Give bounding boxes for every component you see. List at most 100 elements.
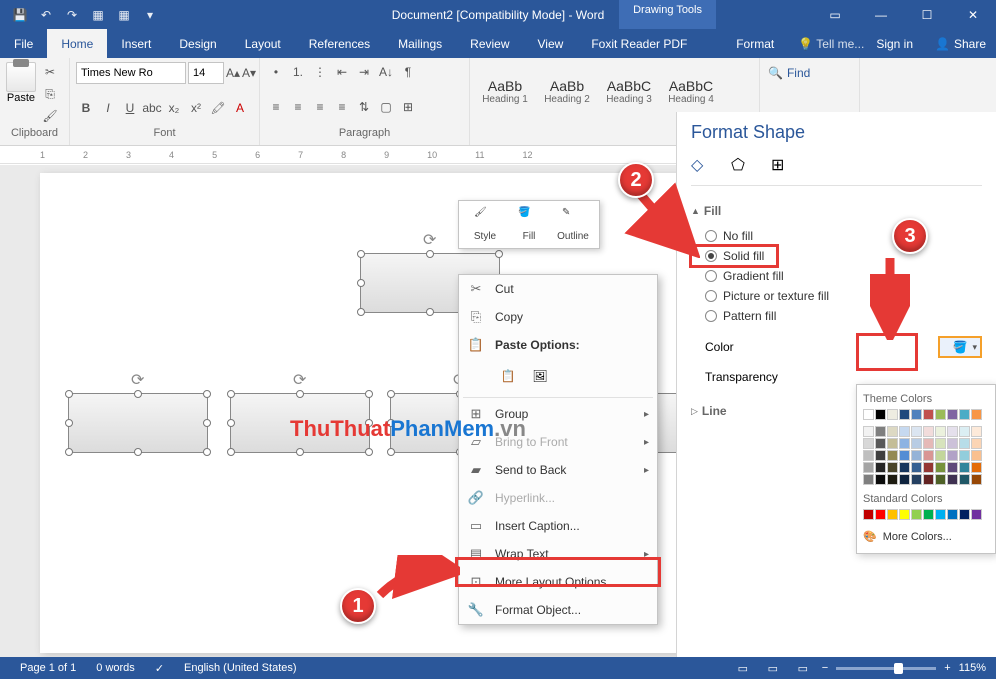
italic-button[interactable]: I (98, 98, 118, 118)
tab-references[interactable]: References (295, 29, 384, 58)
numbering-icon[interactable]: 1. (288, 62, 308, 82)
color-swatch[interactable] (947, 474, 958, 485)
zoom-out-icon[interactable]: − (822, 662, 828, 674)
resize-handle[interactable] (357, 308, 365, 316)
color-swatch[interactable] (947, 462, 958, 473)
sort-icon[interactable]: A↓ (376, 62, 396, 82)
resize-handle[interactable] (227, 448, 235, 456)
ctx-format-object[interactable]: 🔧Format Object... (459, 596, 657, 624)
ctx-group[interactable]: ⊞Group▸ (459, 400, 657, 428)
proofing-icon[interactable]: ✓ (145, 662, 174, 675)
color-swatch[interactable] (875, 450, 886, 461)
color-swatch[interactable] (935, 462, 946, 473)
color-swatch[interactable] (947, 438, 958, 449)
ctx-send-back[interactable]: ▰Send to Back▸ (459, 456, 657, 484)
resize-handle[interactable] (203, 419, 211, 427)
resize-handle[interactable] (227, 419, 235, 427)
print-layout-icon[interactable]: ▭ (762, 659, 784, 677)
resize-handle[interactable] (65, 448, 73, 456)
fill-section-header[interactable]: ▲Fill (691, 200, 982, 222)
align-left-icon[interactable]: ≡ (266, 97, 286, 117)
subscript-button[interactable]: x₂ (164, 98, 184, 118)
resize-handle[interactable] (426, 308, 434, 316)
ctx-insert-caption[interactable]: ▭Insert Caption... (459, 512, 657, 540)
color-swatch[interactable] (971, 509, 982, 520)
color-swatch[interactable] (863, 462, 874, 473)
zoom-in-icon[interactable]: + (944, 662, 950, 674)
color-swatch[interactable] (935, 474, 946, 485)
color-swatch[interactable] (947, 409, 958, 420)
redo-icon[interactable]: ↷ (60, 3, 84, 27)
resize-handle[interactable] (387, 419, 395, 427)
zoom-slider[interactable] (836, 667, 936, 670)
color-swatch[interactable] (923, 450, 934, 461)
shape-rectangle[interactable]: ⟳ (68, 393, 208, 453)
tab-file[interactable]: File (0, 29, 47, 58)
color-swatch[interactable] (875, 509, 886, 520)
resize-handle[interactable] (387, 448, 395, 456)
color-swatch[interactable] (899, 474, 910, 485)
font-color-button[interactable]: A (230, 98, 250, 118)
color-swatch[interactable] (887, 474, 898, 485)
rotate-handle-icon[interactable]: ⟳ (131, 370, 145, 384)
tab-review[interactable]: Review (456, 29, 523, 58)
show-marks-icon[interactable]: ¶ (398, 62, 418, 82)
color-swatch[interactable] (923, 409, 934, 420)
zoom-level[interactable]: 115% (959, 662, 986, 674)
color-swatch[interactable] (923, 474, 934, 485)
align-right-icon[interactable]: ≡ (310, 97, 330, 117)
fill-line-icon[interactable]: ◇ (691, 155, 713, 177)
highlight-button[interactable]: 🖍 (208, 98, 228, 118)
gradient-fill-radio[interactable]: Gradient fill (705, 266, 982, 286)
resize-handle[interactable] (426, 250, 434, 258)
color-swatch[interactable] (971, 450, 982, 461)
decrease-indent-icon[interactable]: ⇤ (332, 62, 352, 82)
color-swatch[interactable] (911, 462, 922, 473)
bullets-icon[interactable]: • (266, 62, 286, 82)
sign-in[interactable]: Sign in (864, 37, 925, 51)
underline-button[interactable]: U (120, 98, 140, 118)
resize-handle[interactable] (134, 448, 142, 456)
color-swatch[interactable] (923, 426, 934, 437)
tab-design[interactable]: Design (165, 29, 230, 58)
read-mode-icon[interactable]: ▭ (732, 659, 754, 677)
resize-handle[interactable] (365, 390, 373, 398)
color-swatch[interactable] (887, 409, 898, 420)
qa-dropdown-icon[interactable]: ▾ (138, 3, 162, 27)
color-swatch[interactable] (911, 426, 922, 437)
rotate-handle-icon[interactable]: ⟳ (423, 230, 437, 244)
color-swatch[interactable] (959, 409, 970, 420)
color-swatch[interactable] (947, 450, 958, 461)
color-swatch[interactable] (911, 450, 922, 461)
borders-icon[interactable]: ⊞ (398, 97, 418, 117)
qa-icon[interactable]: ▦ (112, 3, 136, 27)
solid-fill-radio[interactable]: Solid fill (705, 246, 982, 266)
color-swatch[interactable] (887, 462, 898, 473)
ribbon-display-icon[interactable]: ▭ (812, 0, 858, 29)
color-swatch[interactable] (863, 474, 874, 485)
ctx-hyperlink[interactable]: 🔗Hyperlink... (459, 484, 657, 512)
color-swatch[interactable] (887, 509, 898, 520)
color-swatch[interactable] (911, 509, 922, 520)
outline-button[interactable]: ✎Outline (551, 205, 595, 244)
color-swatch[interactable] (899, 426, 910, 437)
minimize-icon[interactable]: — (858, 0, 904, 29)
superscript-button[interactable]: x² (186, 98, 206, 118)
picture-fill-radio[interactable]: Picture or texture fill (705, 286, 982, 306)
color-swatch[interactable] (971, 474, 982, 485)
tab-mailings[interactable]: Mailings (384, 29, 456, 58)
color-swatch[interactable] (959, 426, 970, 437)
color-swatch[interactable] (947, 426, 958, 437)
style-button[interactable]: 🖌Style (463, 205, 507, 244)
ctx-bring-front[interactable]: ▱Bring to Front▸ (459, 428, 657, 456)
resize-handle[interactable] (203, 448, 211, 456)
color-swatch[interactable] (899, 438, 910, 449)
multilevel-icon[interactable]: ⋮ (310, 62, 330, 82)
color-swatch[interactable] (923, 438, 934, 449)
color-swatch[interactable] (959, 450, 970, 461)
color-swatch[interactable] (935, 409, 946, 420)
web-layout-icon[interactable]: ▭ (792, 659, 814, 677)
color-swatch[interactable] (935, 426, 946, 437)
style-item[interactable]: AaBbHeading 2 (536, 62, 598, 120)
resize-handle[interactable] (387, 390, 395, 398)
